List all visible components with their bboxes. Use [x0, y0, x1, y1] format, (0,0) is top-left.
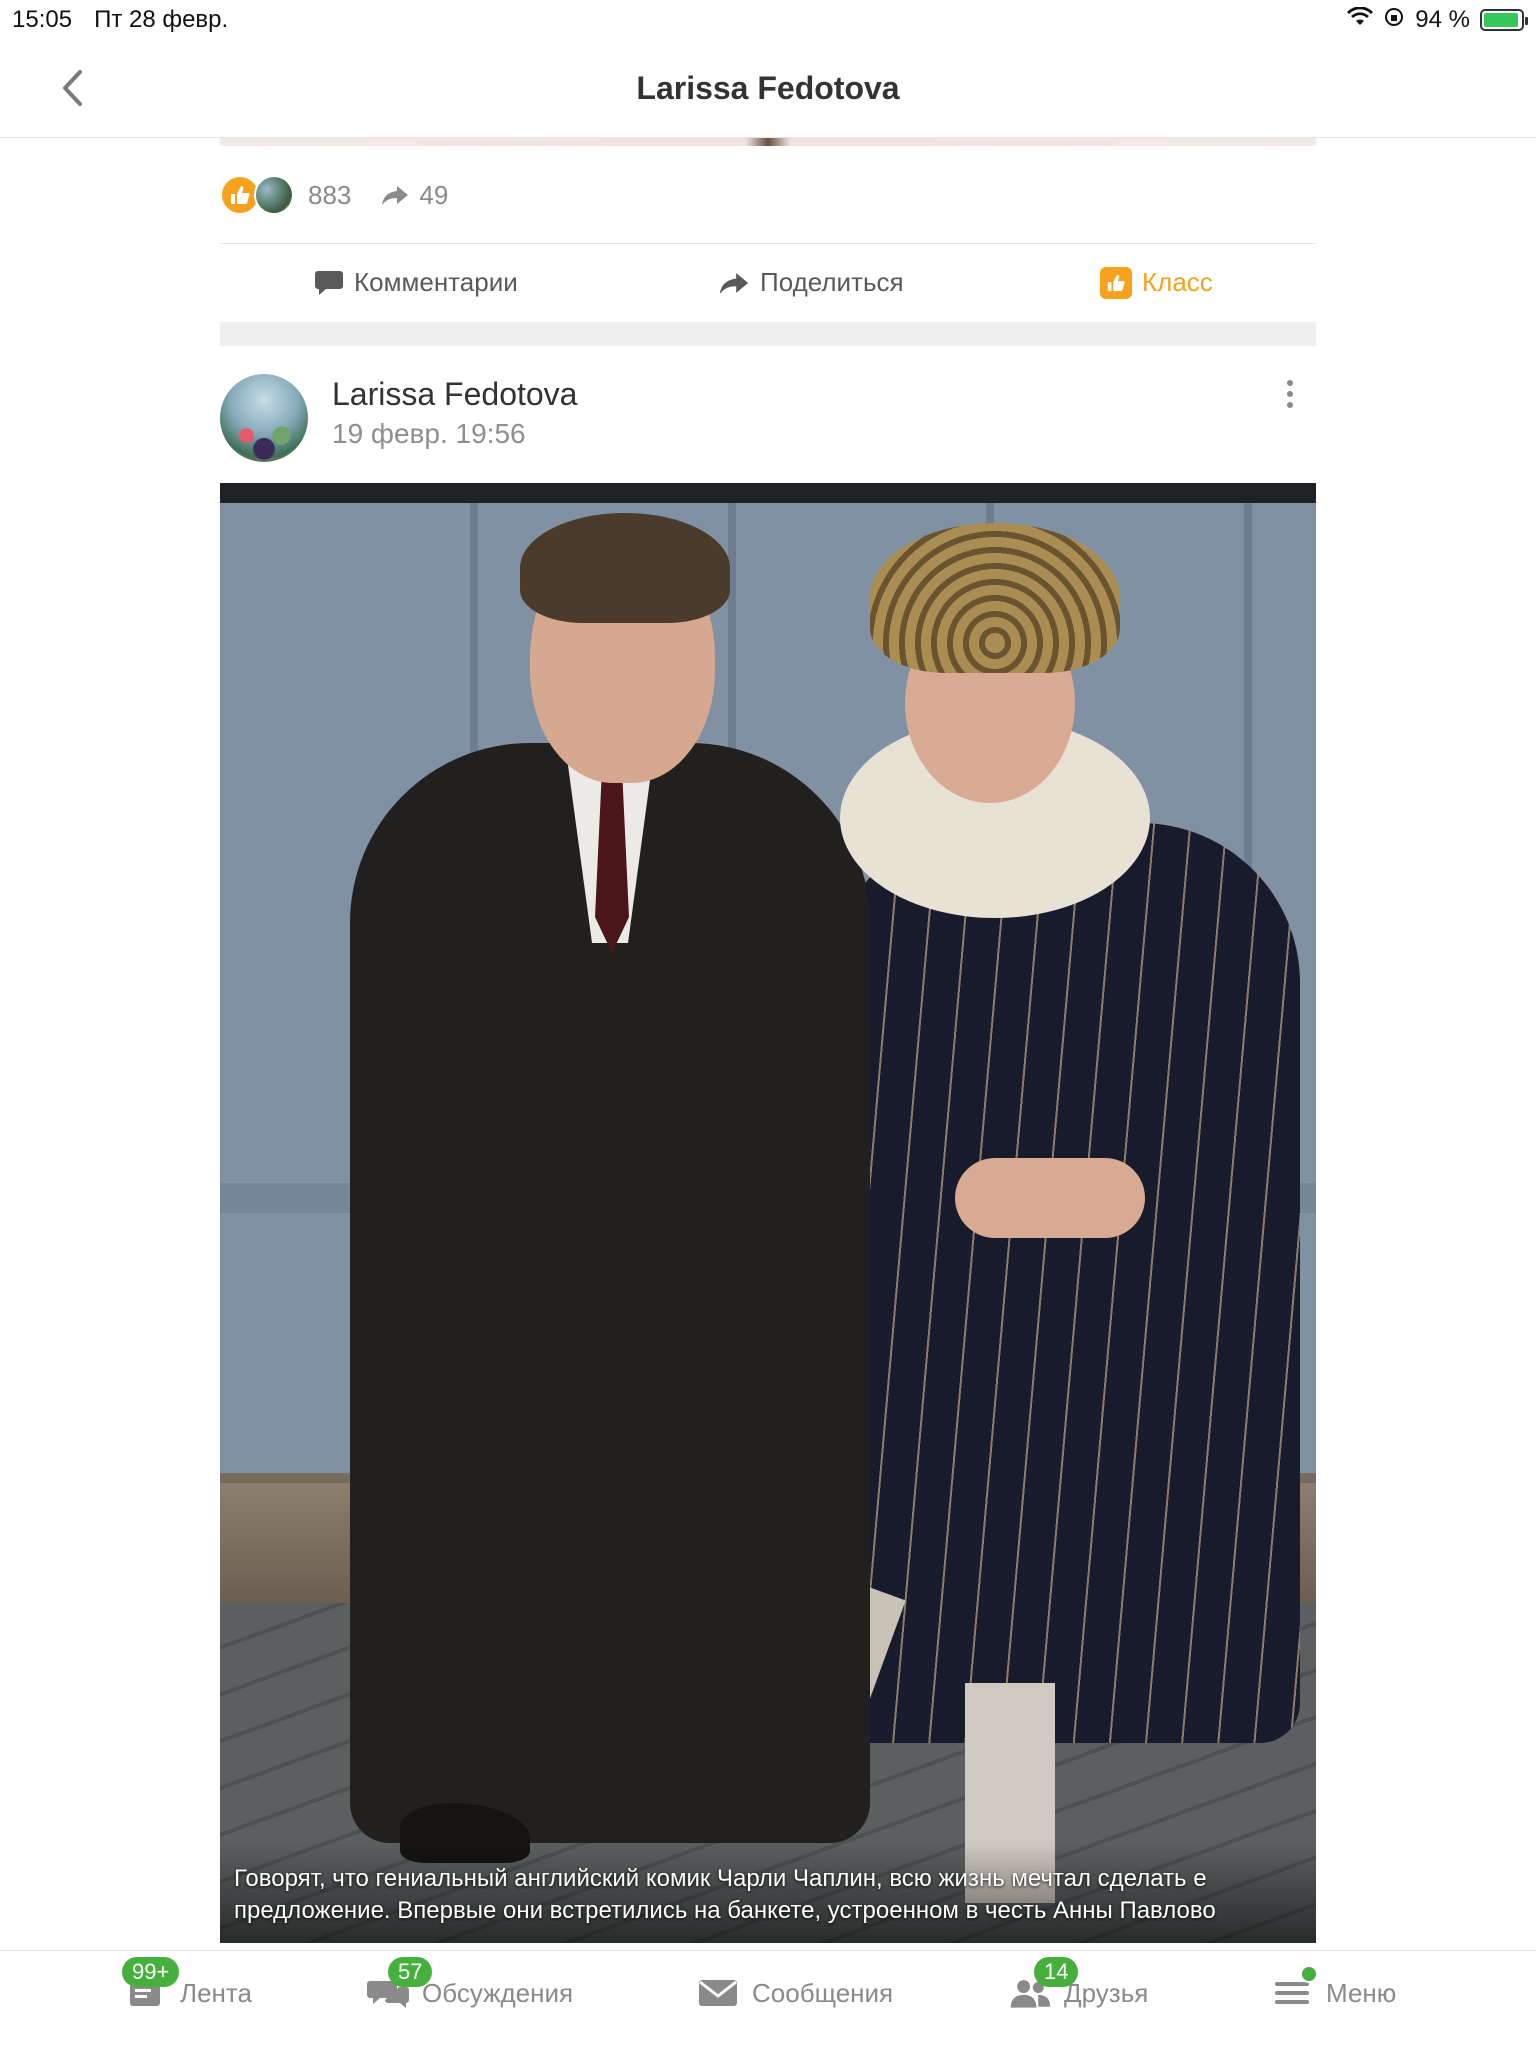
- envelope-icon: [696, 1973, 740, 2013]
- caption-line-2: предложение. Впервые они встретились на …: [234, 1897, 1216, 1924]
- menu-notification-dot: [1300, 1965, 1318, 1983]
- status-bar: 15:05 Пт 28 февр. 94 %: [0, 0, 1536, 40]
- discussions-icon: 57: [366, 1957, 433, 2013]
- nav-label-menu: Меню: [1326, 1977, 1397, 2008]
- comment-icon: [315, 270, 343, 295]
- caption-line-1: Говорят, что гениальный английский комик…: [234, 1865, 1207, 1892]
- orientation-lock-icon: [1383, 6, 1405, 35]
- bottom-navigation: 99+ Лента 57 Обсуждения Сообщения 14 Дру…: [0, 1950, 1536, 2048]
- battery-icon: [1480, 9, 1528, 31]
- divider: [220, 243, 1316, 244]
- previous-post-image[interactable]: [220, 138, 1316, 146]
- nav-item-friends[interactable]: 14 Друзья: [1008, 1957, 1149, 2013]
- comments-button[interactable]: Комментарии: [314, 267, 518, 298]
- reactions-count[interactable]: 883: [308, 180, 351, 211]
- share-button[interactable]: Поделиться: [718, 267, 904, 298]
- page-title: Larissa Fedotova: [636, 70, 900, 106]
- post-photo[interactable]: Говорят, что гениальный английский комик…: [220, 483, 1316, 1943]
- post-actions: Комментарии Поделиться Класс: [220, 255, 1316, 310]
- share-icon: [719, 272, 749, 294]
- nav-label-discussions: Обсуждения: [422, 1977, 574, 2008]
- share-arrow-icon: [382, 186, 409, 205]
- klass-button[interactable]: Класс: [1100, 266, 1213, 299]
- menu-icon: [1270, 1965, 1318, 2013]
- post-timestamp: 19 февр. 19:56: [332, 418, 526, 449]
- reactor-avatar: [254, 175, 294, 215]
- friends-badge: 14: [1034, 1957, 1079, 1987]
- nav-label-feed: Лента: [180, 1977, 252, 2008]
- nav-item-feed[interactable]: 99+ Лента: [122, 1957, 252, 2013]
- status-date: Пт 28 февр.: [94, 6, 229, 33]
- share-label: Поделиться: [760, 267, 904, 297]
- nav-item-messages[interactable]: Сообщения: [696, 1973, 893, 2013]
- nav-item-discussions[interactable]: 57 Обсуждения: [366, 1957, 574, 2013]
- friends-icon: 14: [1008, 1957, 1079, 2013]
- klass-label: Класс: [1142, 267, 1213, 297]
- author-name[interactable]: Larissa Fedotova: [332, 376, 577, 413]
- author-avatar[interactable]: [220, 374, 308, 462]
- post-separator: [220, 322, 1316, 346]
- shares-counter[interactable]: 49: [381, 180, 448, 211]
- reactions-row: 883 49: [220, 170, 1316, 220]
- comments-label: Комментарии: [354, 267, 518, 297]
- status-time: 15:05: [12, 6, 73, 33]
- chevron-left-icon: [63, 70, 82, 106]
- wifi-icon: [1347, 6, 1374, 34]
- nav-item-menu[interactable]: Меню: [1270, 1965, 1397, 2013]
- like-icon: [1100, 266, 1132, 299]
- feed-icon: 99+: [122, 1957, 180, 2013]
- discussions-badge: 57: [388, 1957, 433, 1987]
- back-button[interactable]: [52, 68, 92, 108]
- photo-caption: Говорят, что гениальный английский комик…: [234, 1863, 1316, 1927]
- reaction-icons[interactable]: [220, 175, 294, 215]
- post-header: Larissa Fedotova 19 февр. 19:56: [220, 372, 1316, 462]
- nav-label-messages: Сообщения: [752, 1977, 894, 2008]
- feed-badge: 99+: [122, 1957, 180, 1987]
- app-header: Larissa Fedotova: [0, 40, 1536, 138]
- more-options-button[interactable]: [1276, 374, 1304, 414]
- shares-count: 49: [419, 179, 449, 210]
- battery-percent: 94 %: [1415, 6, 1470, 33]
- nav-label-friends: Друзья: [1064, 1977, 1149, 2008]
